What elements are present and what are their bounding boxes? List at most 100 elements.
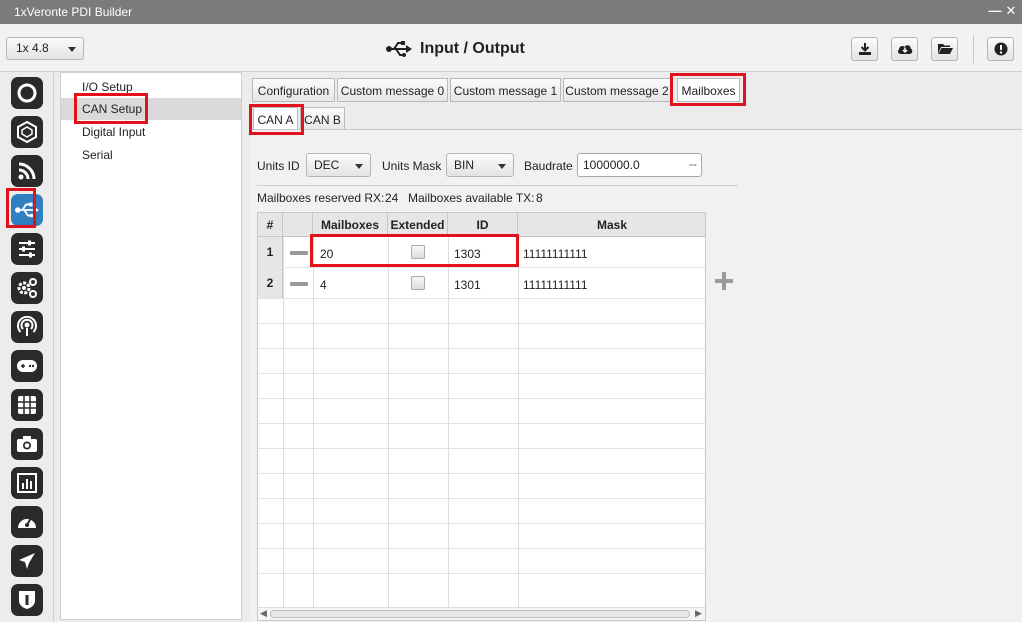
nav-item-io-setup[interactable]: I/O Setup (61, 76, 241, 98)
column-header-mailboxes: Mailboxes (313, 213, 388, 237)
cloud-download-icon (897, 45, 912, 54)
grid-line (448, 237, 449, 607)
rss-icon (18, 162, 36, 180)
reserved-rx-value: 24 (385, 191, 399, 205)
download-icon (858, 43, 871, 55)
grid-line (258, 548, 705, 549)
rail-broadcast-button[interactable] (11, 311, 43, 343)
rail-gamepad-button[interactable] (11, 350, 43, 382)
grid-line (258, 423, 705, 424)
scroll-left-icon[interactable]: ◀ (260, 608, 267, 619)
units-id-select[interactable]: DEC (306, 153, 371, 177)
main-panel: Configuration Custom message 0 Custom me… (246, 72, 1022, 622)
horizontal-scrollbar[interactable]: ◀ ▶ (258, 607, 705, 620)
minimize-button[interactable]: — (988, 3, 1002, 19)
grid-line (258, 473, 705, 474)
tab-custom-message-0[interactable]: Custom message 0 (337, 78, 448, 102)
grid-line (258, 298, 705, 299)
reserved-rx-label: Mailboxes reserved RX: (257, 191, 385, 205)
grid-line (258, 448, 705, 449)
camera-icon (17, 436, 37, 452)
baudrate-value: 1000000.0 (583, 158, 640, 172)
tab-configuration[interactable]: Configuration (252, 78, 335, 102)
rail-grid-button[interactable] (11, 389, 43, 421)
mask-cell[interactable]: 11111111111 (523, 247, 588, 261)
window-titlebar: 1xVeronte PDI Builder — ✕ (0, 0, 1022, 24)
download-button[interactable] (851, 37, 878, 61)
rail-input-output-button[interactable] (11, 194, 43, 226)
usb-icon (386, 41, 412, 57)
section-divider (257, 185, 738, 186)
grid-line (258, 498, 705, 499)
units-mask-select[interactable]: BIN (446, 153, 514, 177)
grid-line (313, 237, 314, 607)
grid-line (388, 237, 389, 607)
close-button[interactable]: ✕ (1004, 3, 1018, 19)
grid-line (518, 237, 519, 607)
mailboxes-cell[interactable]: 4 (320, 278, 327, 292)
version-select-value: 1x 4.8 (16, 41, 49, 55)
rail-power-button[interactable] (11, 77, 43, 109)
id-cell[interactable]: 1303 (454, 247, 481, 261)
power-ring-icon (17, 83, 37, 103)
broadcast-icon (17, 316, 37, 336)
remove-row-button[interactable] (290, 251, 308, 255)
rail-chart-button[interactable] (11, 467, 43, 499)
version-select[interactable]: 1x 4.8 (6, 37, 84, 60)
open-folder-button[interactable] (931, 37, 958, 61)
extended-checkbox[interactable] (411, 245, 425, 259)
baudrate-field[interactable]: 1000000.0 -- (577, 153, 702, 177)
units-id-label: Units ID (257, 159, 300, 173)
id-cell[interactable]: 1301 (454, 278, 481, 292)
add-row-button[interactable] (715, 272, 733, 290)
scrollbar-thumb[interactable] (270, 610, 690, 618)
grid-line (258, 523, 705, 524)
tab-mailboxes[interactable]: Mailboxes (677, 78, 740, 102)
mask-cell[interactable]: 11111111111 (523, 278, 588, 292)
mailboxes-content: Units ID DEC Units Mask BIN Baudrate 100… (251, 129, 1022, 622)
grid-line (258, 398, 705, 399)
rail-hexagon-button[interactable] (11, 116, 43, 148)
units-mask-label: Units Mask (382, 159, 442, 173)
extended-checkbox[interactable] (411, 276, 425, 290)
rail-plane-button[interactable] (11, 545, 43, 577)
rail-gauge-button[interactable] (11, 506, 43, 538)
rail-camera-button[interactable] (11, 428, 43, 460)
rail-rss-button[interactable] (11, 155, 43, 187)
units-mask-value: BIN (454, 158, 475, 172)
rail-sliders-button[interactable] (11, 233, 43, 265)
cloud-download-button[interactable] (891, 37, 918, 61)
nav-item-can-setup[interactable]: CAN Setup (61, 98, 241, 120)
grid-line (283, 237, 284, 607)
chevron-down-icon (68, 47, 76, 52)
row-number: 1 (258, 237, 283, 267)
grid-line (258, 348, 705, 349)
page-title: Input / Output (386, 38, 525, 60)
nav-item-serial[interactable]: Serial (61, 144, 241, 166)
gears-icon (17, 278, 37, 298)
usb-icon (15, 202, 39, 218)
column-header-number: # (258, 213, 283, 237)
toolbar-separator (973, 35, 974, 63)
grid-line (258, 323, 705, 324)
column-header-extended: Extended (388, 213, 448, 237)
subtab-can-a[interactable]: CAN A (253, 107, 298, 131)
rail-shield-button[interactable] (11, 584, 43, 616)
grid-line (258, 373, 705, 374)
scroll-right-icon[interactable]: ▶ (695, 608, 702, 619)
mailboxes-cell[interactable]: 20 (320, 247, 333, 261)
grid-line (258, 573, 705, 574)
tab-custom-message-1[interactable]: Custom message 1 (450, 78, 561, 102)
column-header-action (283, 213, 313, 237)
chevron-down-icon (498, 164, 506, 169)
grid-icon (18, 396, 36, 414)
units-id-value: DEC (314, 158, 340, 172)
rail-gears-button[interactable] (11, 272, 43, 304)
tab-custom-message-2[interactable]: Custom message 2 (563, 78, 671, 102)
available-tx-value: 8 (536, 191, 543, 205)
gamepad-icon (17, 360, 37, 372)
nav-item-digital-input[interactable]: Digital Input (61, 121, 241, 143)
remove-row-button[interactable] (290, 282, 308, 286)
subtab-can-b[interactable]: CAN B (300, 107, 345, 131)
info-button[interactable] (987, 37, 1014, 61)
